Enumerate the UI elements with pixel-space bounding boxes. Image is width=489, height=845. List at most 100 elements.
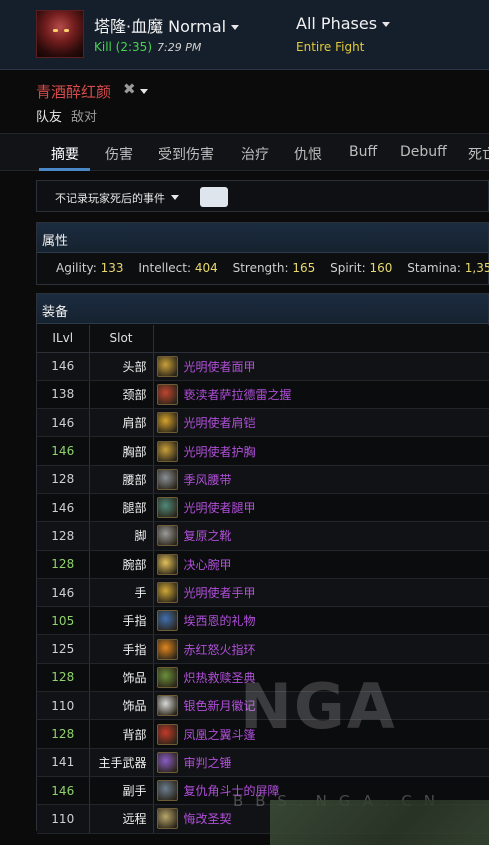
event-filter: 不记录玩家死后的事件 [36,180,489,212]
attr-value: 165 [292,261,316,275]
libram-icon[interactable] [156,808,178,830]
attr-value: 133 [100,261,124,275]
item-link[interactable]: 审判之锤 [184,756,232,770]
gear-row: 128 腰部 季风腰带 [37,465,489,494]
gloves-icon[interactable] [156,582,178,604]
item-link[interactable]: 光明使者面甲 [184,360,256,374]
attr-value: 1,358 [464,261,489,275]
item-link[interactable]: 光明使者手甲 [184,586,256,600]
item-link[interactable]: 光明使者腿甲 [184,501,256,515]
fight-header: 塔隆·血魔 Normal Kill (2:35) 7:29 PM All Pha… [0,0,489,70]
boss-name: 塔隆·血魔 Normal [94,17,227,36]
item-link[interactable]: 光明使者肩铠 [184,416,256,430]
eye-icon [64,29,69,32]
mode-ally-toggle[interactable]: 队友 [36,106,62,125]
chest-icon[interactable] [156,440,178,462]
item-level: 146 [37,776,90,806]
item-link[interactable]: 复原之靴 [184,529,232,543]
item-cell: 埃西恩的礼物 [153,606,489,636]
ring-icon[interactable] [156,610,178,632]
boss-portrait[interactable] [36,10,84,58]
necklace-icon[interactable] [156,383,178,405]
chevron-down-icon[interactable] [171,195,179,200]
overlay-patch [270,800,489,845]
item-level: 146 [37,493,90,523]
tab-threat[interactable]: 仇恨 [294,144,322,164]
attr-label: Spirit: [330,261,366,275]
helm-icon[interactable] [156,355,178,377]
item-link[interactable]: 赤红怒火指环 [184,643,256,657]
book-icon[interactable] [156,666,178,688]
item-slot: 腰部 [89,465,154,494]
shield-icon[interactable] [156,780,178,802]
chevron-down-icon[interactable] [140,89,148,94]
item-link[interactable]: 光明使者护胸 [184,445,256,459]
filter-dropdown[interactable]: 不记录玩家死后的事件 [55,190,165,206]
boots-icon[interactable] [156,525,178,547]
item-level: 128 [37,521,90,551]
crescent-icon[interactable] [156,695,178,717]
item-cell: 复原之靴 [153,521,489,551]
item-cell: 审判之锤 [153,748,489,777]
item-slot: 饰品 [89,691,154,721]
item-cell: 光明使者护胸 [153,436,489,466]
item-slot: 远程 [89,804,154,834]
bracer-icon[interactable] [156,553,178,575]
item-slot: 饰品 [89,663,154,693]
item-link[interactable]: 季风腰带 [184,473,232,487]
gear-row: 146 肩部 光明使者肩铠 [37,408,489,438]
item-cell: 光明使者肩铠 [153,408,489,438]
item-cell: 亵渎者萨拉德雷之握 [153,380,489,410]
column-header-slot[interactable]: Slot [89,325,154,353]
item-level: 128 [37,550,90,579]
gear-row: 138 颈部 亵渎者萨拉德雷之握 [37,380,489,410]
column-header-ilvl[interactable]: ILvl [37,325,90,353]
tab-bar: 摘要 伤害 受到伤害 治疗 仇恨 Buff Debuff 死亡 [0,133,489,171]
item-level: 125 [37,634,90,664]
gear-row: 128 腕部 决心腕甲 [37,550,489,579]
gear-title: 装备 [37,294,488,324]
belt-icon[interactable] [156,468,178,490]
watermark-logo: NGA [240,670,397,743]
filter-toggle[interactable] [200,187,228,207]
item-slot: 副手 [89,776,154,806]
kill-status: Kill (2:35) [94,40,152,54]
tab-healing[interactable]: 治疗 [241,144,269,164]
item-slot: 肩部 [89,408,154,438]
shoulder-icon[interactable] [156,412,178,434]
mode-enemy-toggle[interactable]: 敌对 [71,106,97,125]
item-link[interactable]: 亵渎者萨拉德雷之握 [184,388,292,402]
gear-row: 146 头部 光明使者面甲 [37,352,489,381]
tab-debuff[interactable]: Debuff [400,144,447,160]
tab-deaths[interactable]: 死亡 [468,144,489,164]
item-level: 105 [37,606,90,636]
tab-damage-taken[interactable]: 受到伤害 [158,144,214,164]
item-slot: 手 [89,578,154,608]
fight-scope[interactable]: Entire Fight [296,40,364,54]
item-cell: 光明使者面甲 [153,352,489,381]
item-link[interactable]: 埃西恩的礼物 [184,614,256,628]
attr-value: 160 [369,261,393,275]
ring-icon[interactable] [156,638,178,660]
tab-damage[interactable]: 伤害 [105,144,133,164]
item-level: 138 [37,380,90,410]
mace-icon[interactable] [156,751,178,773]
item-slot: 颈部 [89,380,154,410]
tab-summary[interactable]: 摘要 [51,144,79,164]
player-name[interactable]: 青酒醉红颜 [36,81,111,102]
item-cell: 季风腰带 [153,465,489,494]
item-slot: 腕部 [89,550,154,579]
close-icon[interactable]: ✖ [123,80,136,98]
tab-buff[interactable]: Buff [349,144,377,160]
legs-icon[interactable] [156,497,178,519]
boss-selector[interactable]: 塔隆·血魔 Normal [94,13,240,37]
phase-selector[interactable]: All Phases [296,14,391,33]
cloak-icon[interactable] [156,723,178,745]
item-link[interactable]: 悔改圣契 [184,812,232,826]
attr-label: Strength: [232,261,289,275]
item-level: 141 [37,748,90,777]
active-tab-indicator [39,168,90,171]
eye-icon [53,29,58,32]
item-link[interactable]: 决心腕甲 [184,558,232,572]
chevron-down-icon [382,22,391,27]
